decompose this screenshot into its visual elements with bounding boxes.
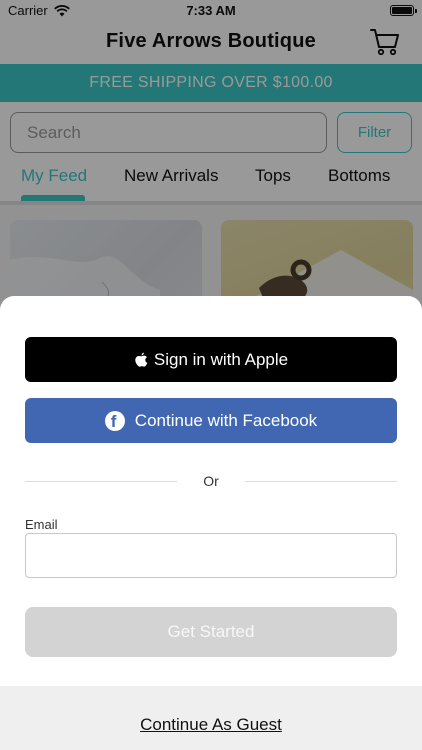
apple-button-label: Sign in with Apple	[153, 349, 289, 369]
divider-right	[245, 481, 397, 482]
email-label: Email	[25, 517, 58, 532]
continue-as-guest-link[interactable]: Continue As Guest	[0, 715, 422, 735]
or-label: Or	[203, 473, 219, 489]
facebook-button-label: Continue with Facebook	[134, 410, 318, 430]
sign-in-sheet: Sign in with Apple f Continue with Faceb…	[0, 296, 422, 750]
sign-in-with-apple-button[interactable]: Sign in with Apple	[25, 337, 397, 382]
facebook-icon: f	[104, 410, 125, 431]
divider-left	[25, 481, 177, 482]
apple-logo-icon	[135, 352, 148, 367]
continue-with-facebook-button[interactable]: f Continue with Facebook	[25, 398, 397, 443]
guest-area: Continue As Guest	[0, 686, 422, 750]
get-started-button[interactable]: Get Started	[25, 607, 397, 657]
email-field[interactable]	[25, 533, 397, 578]
